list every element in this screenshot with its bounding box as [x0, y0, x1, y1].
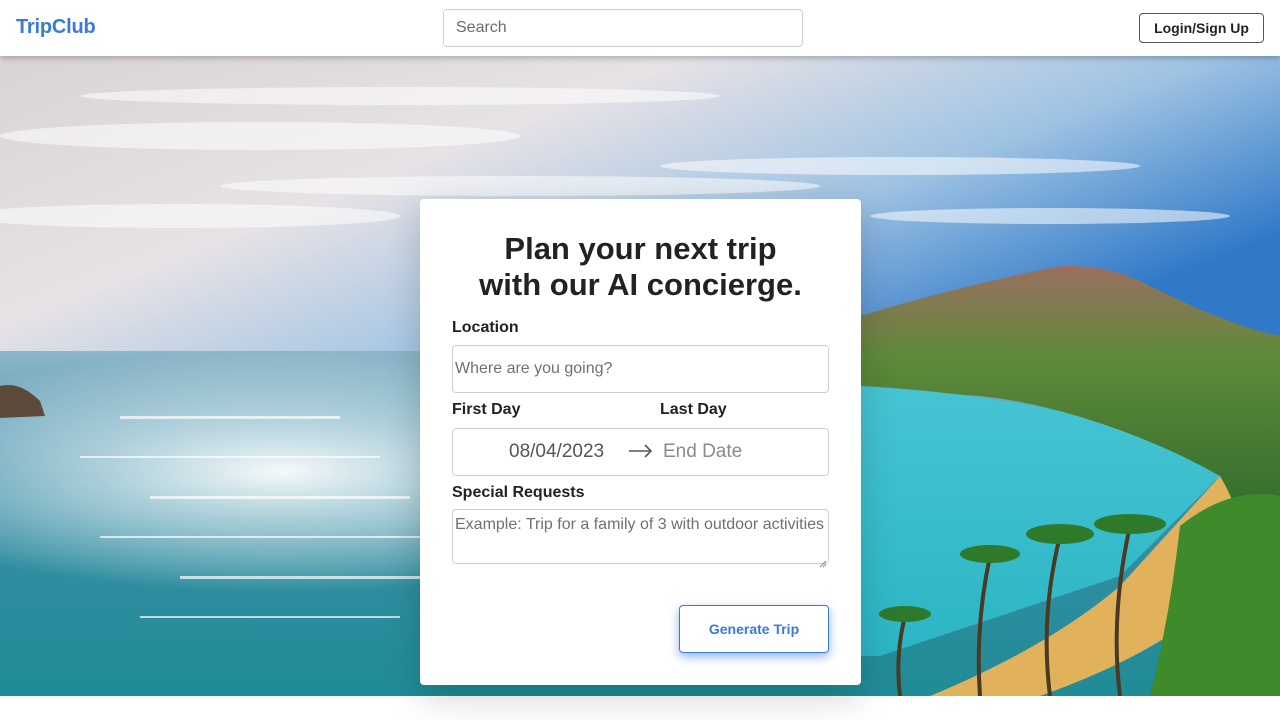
top-nav: TripClub Login/Sign Up — [0, 0, 1280, 56]
special-requests-textarea[interactable] — [452, 509, 829, 564]
resize-grip-icon[interactable] — [819, 555, 827, 568]
start-date-input[interactable]: 08/04/2023 — [509, 441, 604, 463]
page-bottom-band — [0, 696, 1280, 720]
arrow-right-icon — [629, 444, 653, 463]
date-range-picker[interactable]: 08/04/2023 End Date — [452, 428, 829, 476]
login-signup-button[interactable]: Login/Sign Up — [1139, 13, 1264, 43]
special-requests-label: Special Requests — [452, 484, 585, 501]
location-label: Location — [452, 319, 519, 336]
search-input[interactable] — [443, 9, 803, 47]
trip-planner-card: Plan your next trip with our AI concierg… — [420, 199, 861, 685]
first-day-label: First Day — [452, 401, 521, 418]
end-date-input[interactable]: End Date — [663, 441, 742, 463]
page-title: Plan your next trip with our AI concierg… — [479, 231, 802, 302]
generate-trip-button[interactable]: Generate Trip — [679, 605, 829, 653]
logo[interactable]: TripClub — [16, 16, 96, 39]
location-input[interactable] — [452, 345, 829, 393]
last-day-label: Last Day — [660, 401, 727, 418]
